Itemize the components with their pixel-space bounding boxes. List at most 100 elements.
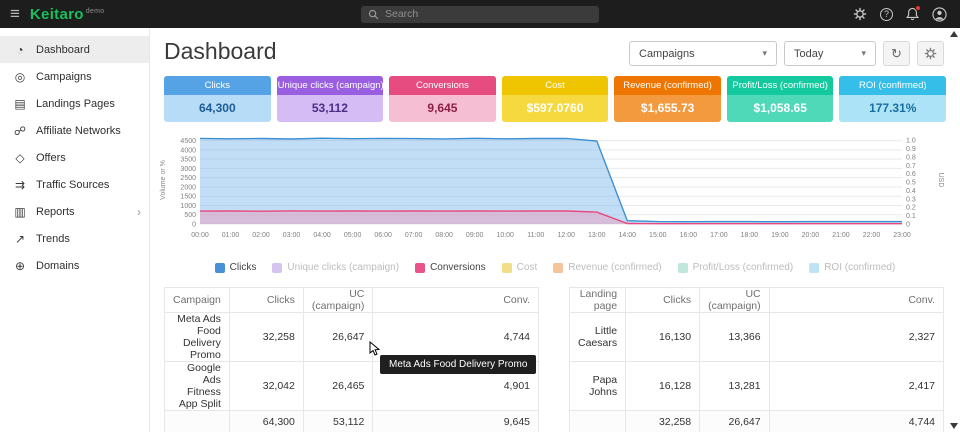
notifications-bell-icon[interactable] — [906, 7, 919, 21]
svg-text:01:00: 01:00 — [222, 232, 240, 239]
svg-text:3500: 3500 — [180, 157, 196, 164]
column-header[interactable]: Conv. — [373, 288, 539, 313]
totals-cell: 64,300 — [229, 411, 303, 432]
table-totals-row: 64,30053,1129,645 — [165, 411, 539, 432]
svg-text:0: 0 — [906, 222, 910, 229]
svg-text:2000: 2000 — [180, 184, 196, 191]
scrollbar-up-arrow[interactable] — [950, 31, 958, 37]
sidebar-item-reports[interactable]: ▥ Reports › — [0, 198, 149, 225]
help-icon[interactable]: ? — [880, 8, 893, 21]
hamburger-menu-icon[interactable]: ≡ — [0, 0, 30, 28]
legend-label: Unique clicks (campaign) — [287, 262, 399, 273]
totals-cell: 4,744 — [769, 411, 943, 432]
legend-item[interactable]: ROI (confirmed) — [809, 262, 895, 273]
sidebar-item-label: Landings Pages — [36, 98, 115, 110]
stat-card-label: Unique clicks (campaign) — [277, 76, 384, 95]
legend-swatch-icon — [809, 263, 819, 273]
stat-card-value: 177.31% — [839, 95, 946, 122]
legend-swatch-icon — [553, 263, 563, 273]
sidebar-item-trends[interactable]: ↗ Trends — [0, 225, 149, 252]
column-header[interactable]: Clicks — [626, 288, 700, 313]
column-header[interactable]: UC (campaign) — [700, 288, 770, 313]
stat-card: Cost $597.0760 — [502, 76, 609, 122]
column-header[interactable]: Landing page — [570, 288, 626, 313]
sidebar-item-offers[interactable]: ◇ Offers — [0, 144, 149, 171]
stat-card-value: $597.0760 — [502, 95, 609, 122]
stat-cards: Clicks 64,300 Unique clicks (campaign) 5… — [164, 76, 946, 122]
legend-item[interactable]: Clicks — [215, 262, 257, 273]
svg-text:0.4: 0.4 — [906, 188, 916, 195]
stat-card-label: Revenue (confirmed) — [614, 76, 721, 95]
summary-tables: CampaignClicksUC (campaign)Conv. Meta Ad… — [164, 287, 944, 432]
svg-text:2500: 2500 — [180, 175, 196, 182]
column-header[interactable]: Conv. — [769, 288, 943, 313]
svg-text:03:00: 03:00 — [283, 232, 301, 239]
stat-card-label: Conversions — [389, 76, 496, 95]
table-row[interactable]: Little Caesars16,13013,3662,327 — [570, 313, 944, 362]
sidebar-item-dashboard[interactable]: ◔ Dashboard — [0, 36, 149, 63]
svg-text:0.1: 0.1 — [906, 213, 916, 220]
stat-card: Conversions 9,645 — [389, 76, 496, 122]
settings-gear-icon[interactable] — [853, 7, 867, 21]
sidebar-item-label: Offers — [36, 152, 66, 164]
totals-cell: 53,112 — [303, 411, 373, 432]
svg-text:0.2: 0.2 — [906, 205, 916, 212]
refresh-button[interactable]: ↻ — [883, 41, 910, 66]
sidebar-item-campaigns[interactable]: ◎ Campaigns — [0, 63, 149, 90]
sidebar-item-affiliate-networks[interactable]: ☍ Affiliate Networks — [0, 117, 149, 144]
column-header[interactable]: Campaign — [165, 288, 230, 313]
stat-card-label: Cost — [502, 76, 609, 95]
sidebar-item-domains[interactable]: ⊕ Domains — [0, 252, 149, 279]
app-logo[interactable]: Keitarodemo — [30, 6, 105, 23]
user-avatar-icon[interactable] — [932, 7, 947, 22]
legend-swatch-icon — [678, 263, 688, 273]
table-cell: Papa Johns — [570, 362, 626, 411]
legend-item[interactable]: Conversions — [415, 262, 486, 273]
search-input[interactable] — [385, 8, 592, 20]
svg-text:14:00: 14:00 — [619, 232, 637, 239]
column-header[interactable]: UC (campaign) — [303, 288, 373, 313]
column-header[interactable]: Clicks — [229, 288, 303, 313]
stat-card: Unique clicks (campaign) 53,112 — [277, 76, 384, 122]
sidebar-item-label: Dashboard — [36, 44, 90, 56]
svg-text:4500: 4500 — [180, 138, 196, 145]
stat-card-value: 53,112 — [277, 95, 384, 122]
table-header-row: Landing pageClicksUC (campaign)Conv. — [570, 288, 944, 313]
svg-text:0.3: 0.3 — [906, 196, 916, 203]
svg-text:12:00: 12:00 — [557, 232, 575, 239]
campaigns-filter-select[interactable]: Campaigns ▾ — [629, 41, 777, 66]
svg-text:0.7: 0.7 — [906, 163, 916, 170]
svg-text:0.5: 0.5 — [906, 180, 916, 187]
reports-icon: ▥ — [13, 205, 27, 219]
table-cell: 16,128 — [626, 362, 700, 411]
date-range-select[interactable]: Today ▾ — [784, 41, 876, 66]
table-cell: 26,465 — [303, 362, 373, 411]
legend-item[interactable]: Profit/Loss (confirmed) — [678, 262, 794, 273]
stat-card-label: ROI (confirmed) — [839, 76, 946, 95]
hover-tooltip: Meta Ads Food Delivery Promo — [380, 355, 536, 374]
svg-text:13:00: 13:00 — [588, 232, 606, 239]
legend-item[interactable]: Revenue (confirmed) — [553, 262, 661, 273]
svg-text:Volume or %: Volume or % — [160, 160, 167, 200]
campaigns-icon: ◎ — [13, 70, 27, 84]
svg-text:3000: 3000 — [180, 166, 196, 173]
svg-text:1500: 1500 — [180, 194, 196, 201]
affiliate-networks-icon: ☍ — [13, 124, 27, 138]
legend-item[interactable]: Unique clicks (campaign) — [272, 262, 399, 273]
table-totals-row: 32,25826,6474,744 — [570, 411, 944, 432]
svg-text:07:00: 07:00 — [405, 232, 423, 239]
totals-cell: 32,258 — [626, 411, 700, 432]
legend-swatch-icon — [415, 263, 425, 273]
legend-swatch-icon — [215, 263, 225, 273]
global-search[interactable] — [361, 6, 599, 23]
scrollbar-down-arrow[interactable] — [950, 423, 958, 429]
landings-pages-icon: ▤ — [13, 97, 27, 111]
sidebar-item-landings-pages[interactable]: ▤ Landings Pages — [0, 90, 149, 117]
legend-item[interactable]: Cost — [502, 262, 538, 273]
dashboard-settings-button[interactable] — [917, 41, 944, 66]
domains-icon: ⊕ — [13, 259, 27, 273]
sidebar-item-traffic-sources[interactable]: ⇉ Traffic Sources — [0, 171, 149, 198]
table-row[interactable]: Papa Johns16,12813,2812,417 — [570, 362, 944, 411]
stat-card: Profit/Loss (confirmed) $1,058.65 — [727, 76, 834, 122]
stat-card-label: Profit/Loss (confirmed) — [727, 76, 834, 95]
